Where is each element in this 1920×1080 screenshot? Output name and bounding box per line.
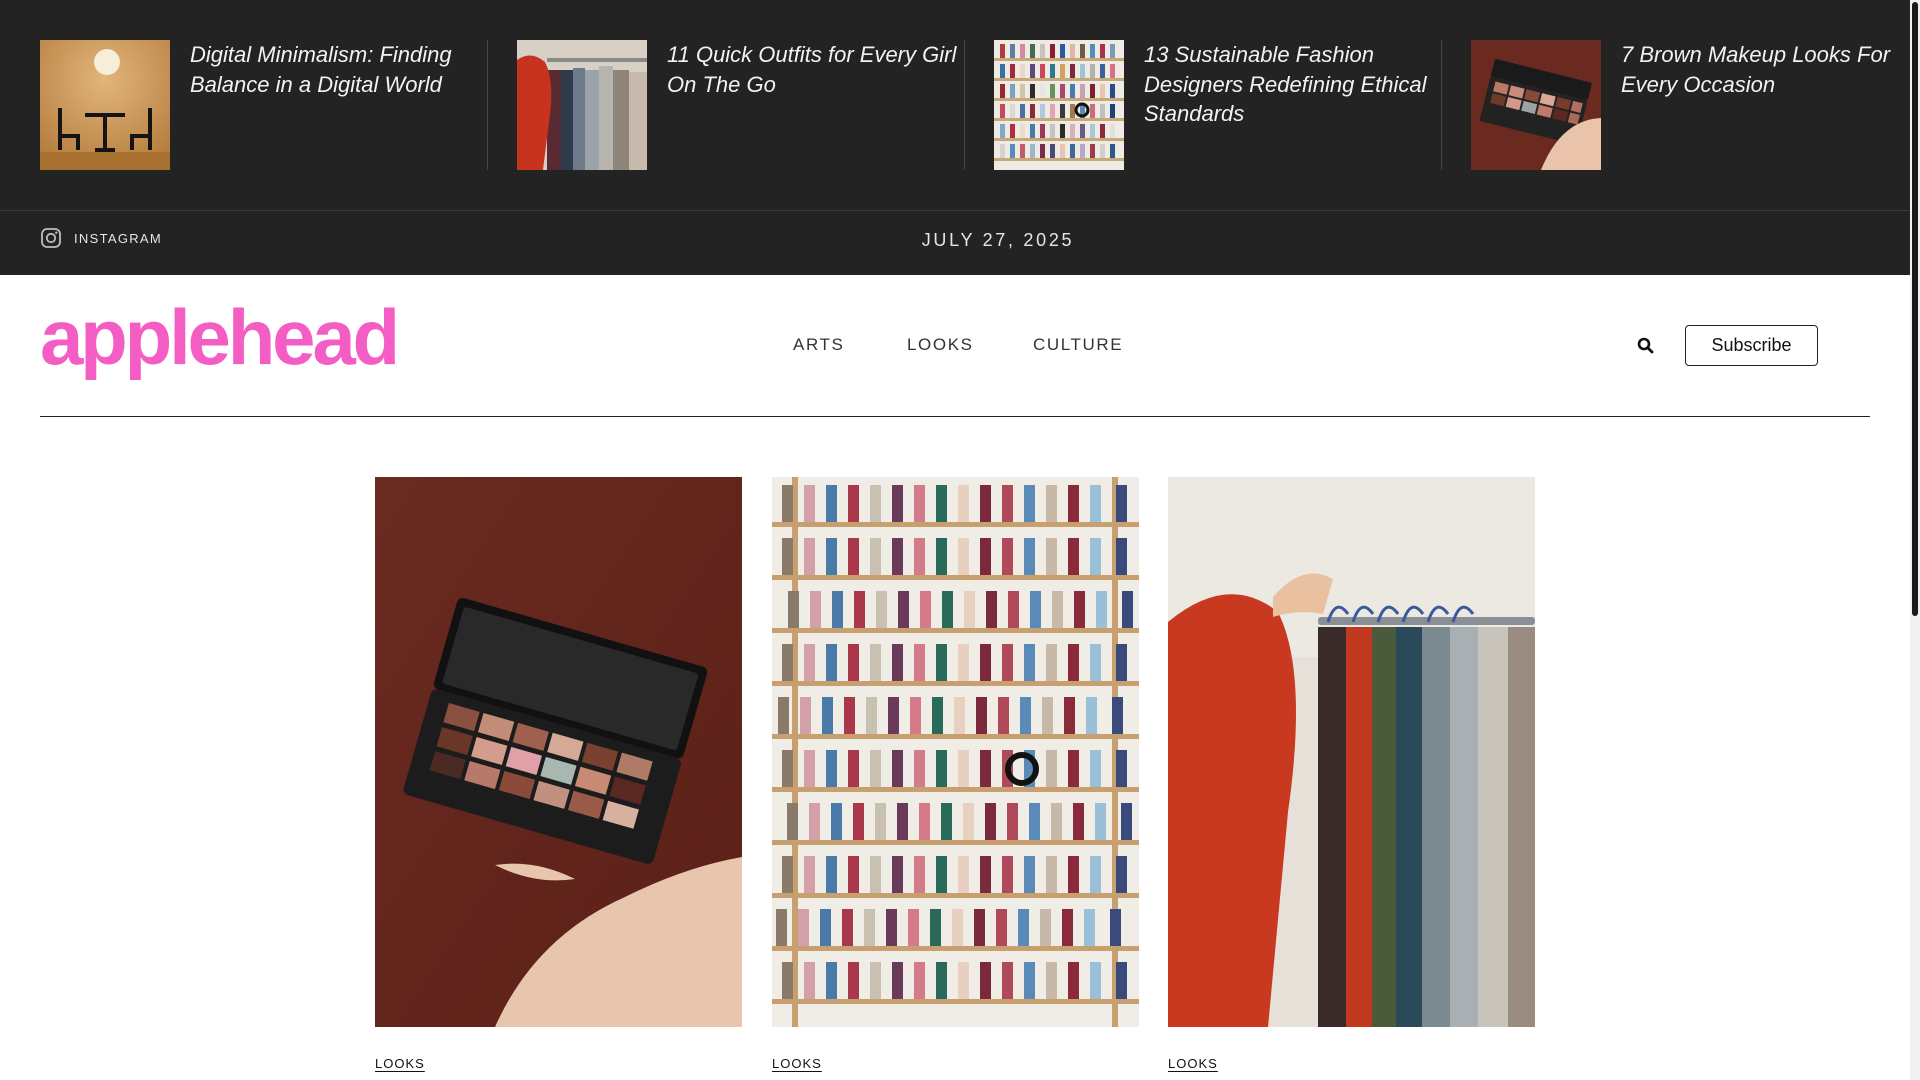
chairs-table-image [40,40,170,170]
eyeshadow-palette-image [375,477,742,1027]
featured-title[interactable]: 7 Brown Makeup Looks For Every Occasion [1621,40,1920,170]
article-image[interactable] [375,477,742,1027]
article-image[interactable] [1168,477,1535,1027]
search-icon [1637,337,1654,354]
featured-title[interactable]: Digital Minimalism: Finding Balance in a… [190,40,490,170]
nav-item-arts[interactable]: ARTS [793,335,844,355]
divider [487,40,488,170]
featured-thumbnail[interactable] [40,40,170,170]
article-image[interactable] [772,477,1139,1027]
divider [1441,40,1442,170]
divider [964,40,965,170]
nav-item-looks[interactable]: LOOKS [907,335,974,355]
featured-post[interactable]: 11 Quick Outfits for Every Girl On The G… [517,40,967,170]
thread-spools-image [772,477,1139,1027]
clothing-rack-image [517,40,647,170]
top-bar: Digital Minimalism: Finding Balance in a… [0,0,1910,275]
article-card[interactable]: LOOKS [772,477,1139,1073]
article-card[interactable]: LOOKS [1168,477,1535,1073]
thread-spools-image [994,40,1124,170]
featured-posts: Digital Minimalism: Finding Balance in a… [0,0,1910,210]
divider [0,210,1910,211]
current-date: JULY 27, 2025 [921,230,1075,250]
header-divider [40,416,1870,417]
category-link[interactable]: LOOKS [772,1056,822,1071]
category-link[interactable]: LOOKS [1168,1056,1218,1071]
category-link[interactable]: LOOKS [375,1056,425,1071]
featured-post[interactable]: 7 Brown Makeup Looks For Every Occasion [1471,40,1920,170]
search-button[interactable] [1636,336,1656,356]
clothing-rack-image [1168,477,1535,1027]
subscribe-button[interactable]: Subscribe [1685,325,1818,366]
nav-item-culture[interactable]: CULTURE [1033,335,1123,355]
scrollbar-thumb[interactable] [1912,2,1918,616]
eyeshadow-palette-image [1471,40,1601,170]
featured-post[interactable]: 13 Sustainable Fashion Designers Redefin… [994,40,1444,170]
featured-thumbnail[interactable] [1471,40,1601,170]
featured-thumbnail[interactable] [994,40,1124,170]
featured-title[interactable]: 11 Quick Outfits for Every Girl On The G… [667,40,967,170]
featured-thumbnail[interactable] [517,40,647,170]
main-nav: ARTS LOOKS CULTURE [0,335,1920,359]
featured-post[interactable]: Digital Minimalism: Finding Balance in a… [40,40,490,170]
article-card[interactable]: LOOKS [375,477,742,1073]
featured-title[interactable]: 13 Sustainable Fashion Designers Redefin… [1144,40,1444,170]
